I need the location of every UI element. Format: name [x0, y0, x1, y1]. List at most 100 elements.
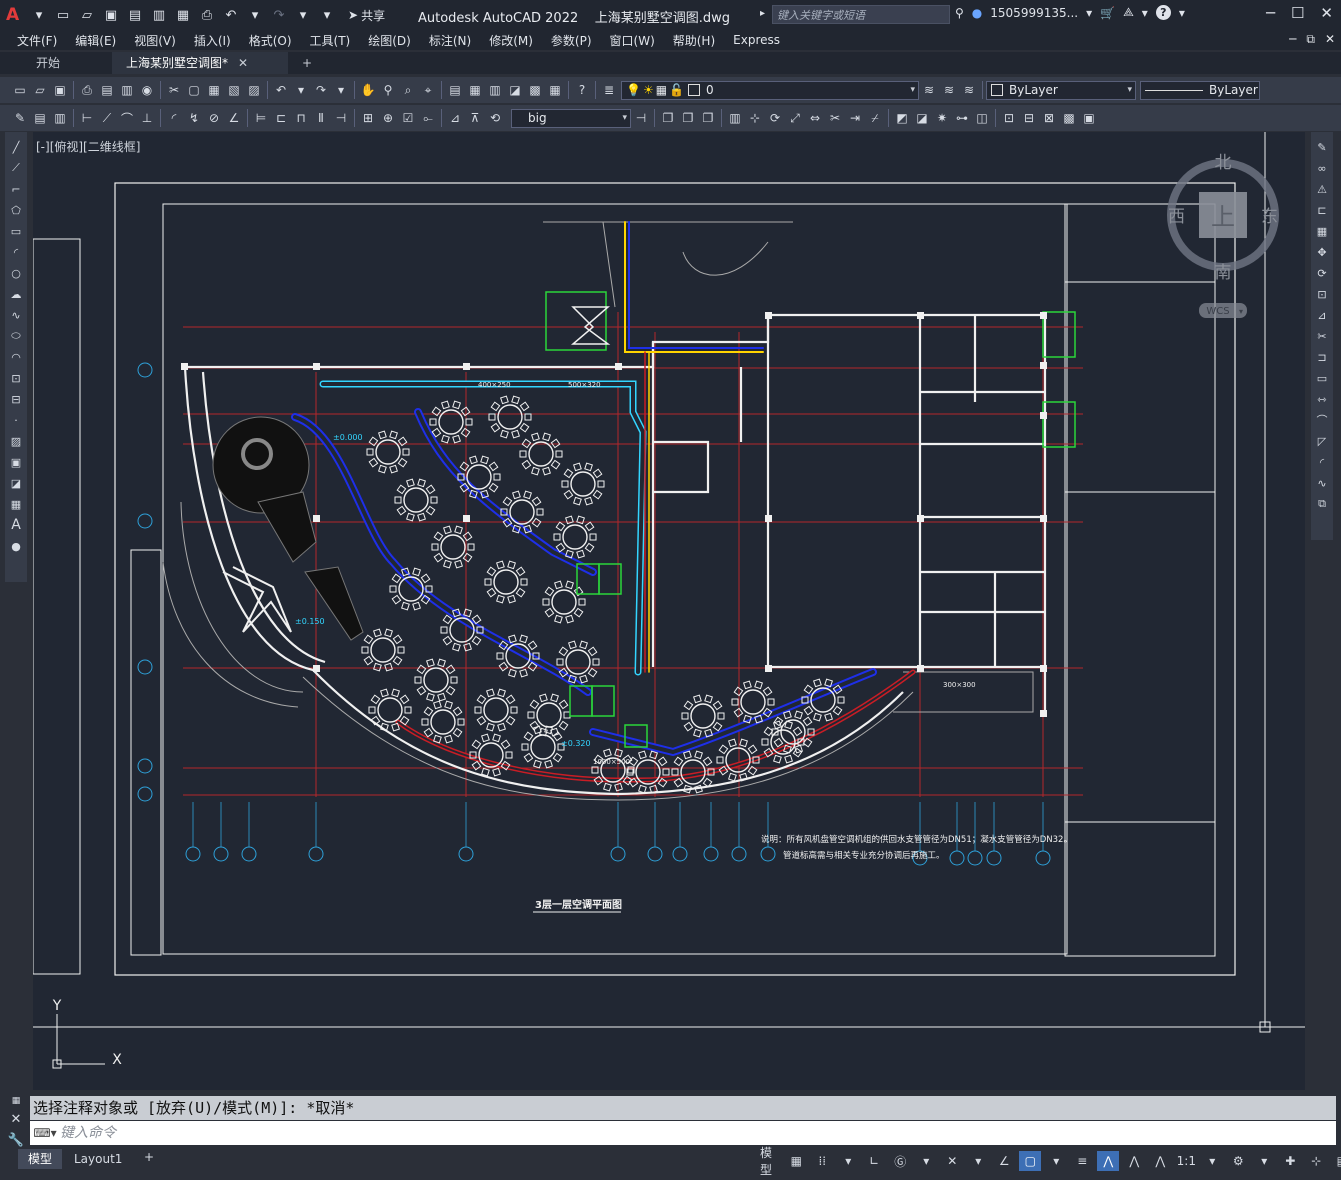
continue-icon[interactable]: ⊓ [291, 108, 311, 128]
cut-icon[interactable]: ✂ [164, 80, 184, 100]
help-dropdown-icon[interactable]: ▾ [1179, 6, 1185, 20]
viewcube-north[interactable]: 北 [1215, 153, 1232, 173]
help-tool-icon[interactable]: ? [572, 80, 592, 100]
user-name[interactable]: 1505999135... [990, 6, 1078, 20]
baseline-icon[interactable]: ⊏ [271, 108, 291, 128]
offset-icon[interactable]: ❐ [698, 108, 718, 128]
menu-modify[interactable]: 修改(M) [480, 32, 542, 49]
snap-icon[interactable]: ⁞⁞ [811, 1151, 833, 1171]
search-expand-icon[interactable]: ▸ [760, 8, 765, 19]
viewcube-top-face[interactable]: 上 [1211, 203, 1235, 231]
rotate-icon[interactable]: ⟳ [765, 108, 785, 128]
menu-express[interactable]: Express [724, 33, 789, 47]
user-icon[interactable]: ● [972, 6, 982, 20]
polar-dropdown-icon[interactable]: ▾ [915, 1151, 937, 1171]
zoom-previous-icon[interactable]: ⌖ [418, 80, 438, 100]
angular-icon[interactable]: ∠ [224, 108, 244, 128]
design-center-icon[interactable]: ◉ [137, 80, 157, 100]
paste-icon[interactable]: ▦ [204, 80, 224, 100]
quick-dim-icon[interactable]: ⊨ [251, 108, 271, 128]
ortho-icon[interactable]: ∟ [863, 1151, 885, 1171]
dim-update-icon[interactable]: ⟲ [485, 108, 505, 128]
region-icon[interactable]: ▣ [1079, 108, 1099, 128]
layer-dropdown[interactable]: 💡 ☀ ▦ 🔓 0 ▾ [621, 80, 919, 100]
polygon-icon[interactable]: ⬠ [7, 201, 25, 219]
print-icon[interactable]: ⎙ [77, 80, 97, 100]
text-style-dropdown[interactable]: big ▾ [511, 108, 631, 128]
scale-icon[interactable]: ⤢ [785, 108, 805, 128]
move-r-icon[interactable]: ✥ [1313, 243, 1331, 261]
menu-edit[interactable]: 编辑(E) [66, 32, 125, 49]
break-point-icon[interactable]: ▭ [1313, 369, 1331, 387]
plus-icon[interactable]: ✚ [1279, 1151, 1301, 1171]
command-prompt-icon[interactable]: ⌨▾ [30, 1124, 60, 1142]
array-r-icon[interactable]: ▦ [1313, 222, 1331, 240]
redo-list-icon[interactable]: ▾ [331, 80, 351, 100]
import-icon[interactable]: ▦ [174, 6, 192, 24]
share-button[interactable]: ➤ 共享 [348, 7, 385, 24]
isolate-icon[interactable]: ⊹ [1305, 1151, 1327, 1171]
point-icon[interactable]: ⊠ [1039, 108, 1059, 128]
explode-r-icon[interactable]: ⧉ [1313, 495, 1331, 513]
undo-list-icon[interactable]: ▾ [291, 80, 311, 100]
snap-dropdown-icon[interactable]: ▾ [837, 1151, 859, 1171]
command-input[interactable]: ⌨▾ 键入命令 [30, 1121, 1336, 1145]
hardware-accel-icon[interactable]: ▤ [1331, 1151, 1341, 1171]
break-obj-icon[interactable]: ⌿ [865, 108, 885, 128]
save-icon[interactable]: ▣ [102, 6, 120, 24]
insert-icon[interactable]: ⊡ [7, 369, 25, 387]
break-icon[interactable]: ⊣ [331, 108, 351, 128]
tab-drawing[interactable]: 上海某别墅空调图* ✕ [112, 52, 288, 74]
menu-parametric[interactable]: 参数(P) [542, 32, 601, 49]
publish-icon[interactable]: ▥ [150, 6, 168, 24]
viewcube-graphic[interactable]: 上 北 南 西 东 WCS ▾ [1163, 152, 1283, 322]
radius-icon[interactable]: ◜ [164, 108, 184, 128]
scale-value[interactable]: 1:1 [1175, 1151, 1197, 1171]
search-input[interactable]: 键入关键字或短语 [772, 5, 950, 24]
model-space-button[interactable]: 模型 [758, 1146, 781, 1177]
menu-format[interactable]: 格式(O) [240, 32, 301, 49]
plot-icon[interactable]: ⎙ [198, 6, 216, 24]
autodesk-app-icon[interactable]: ⟁ [1123, 5, 1134, 20]
object-snap-dropdown-icon[interactable]: ▾ [1045, 1151, 1067, 1171]
diameter-icon[interactable]: ⊘ [204, 108, 224, 128]
move-icon[interactable]: ⊹ [745, 108, 765, 128]
tab-start[interactable]: 开始 [0, 52, 112, 74]
dim-style-icon[interactable]: ⊣ [631, 108, 651, 128]
save-as-icon[interactable]: ▤ [126, 6, 144, 24]
undo-dropdown-icon[interactable]: ▾ [246, 6, 264, 24]
undo-tool-icon[interactable]: ↶ [271, 80, 291, 100]
mirror-icon[interactable]: ❐ [678, 108, 698, 128]
ellipse-arc-icon[interactable]: ◠ [7, 348, 25, 366]
stretch-icon[interactable]: ⇔ [805, 108, 825, 128]
space-icon[interactable]: Ⅱ [311, 108, 331, 128]
help-icon[interactable]: ? [1155, 5, 1171, 20]
trim-icon[interactable]: ✂ [825, 108, 845, 128]
viewcube[interactable]: 上 北 南 西 东 WCS ▾ [1163, 152, 1283, 322]
add-layout-button[interactable]: + [134, 1147, 164, 1167]
dim-edit-icon[interactable]: ⊿ [445, 108, 465, 128]
spline-icon[interactable]: ∿ [7, 306, 25, 324]
fillet-r-icon[interactable]: ◜ [1313, 453, 1331, 471]
wcs-menu[interactable]: WCS [1206, 306, 1229, 317]
redo-icon[interactable]: ↷ [270, 6, 288, 24]
workspace-gear-icon[interactable]: ⚙ [1227, 1151, 1249, 1171]
apps-dropdown-icon[interactable]: ▾ [1142, 6, 1148, 20]
zoom-window-icon[interactable]: ⌕ [398, 80, 418, 100]
extend-r-icon[interactable]: ⊐ [1313, 348, 1331, 366]
text-style-icon[interactable]: ▥ [50, 108, 70, 128]
polyline-icon[interactable]: ⌐ [7, 180, 25, 198]
explode-icon[interactable]: ✷ [932, 108, 952, 128]
drawing-canvas[interactable]: [-][俯视][二维线框] ±0.000 ±0.150 ±0.320 500×3… [33, 132, 1305, 1090]
table-icon[interactable]: ▦ [7, 495, 25, 513]
close-icon[interactable]: ✕ [1320, 4, 1333, 22]
stretch-r-icon[interactable]: ⊿ [1313, 306, 1331, 324]
grid-icon[interactable]: ▦ [785, 1151, 807, 1171]
new-icon[interactable]: ▭ [54, 6, 72, 24]
block-editor-icon[interactable]: ▨ [244, 80, 264, 100]
arc-length-icon[interactable]: ⌒ [117, 108, 137, 128]
menu-insert[interactable]: 插入(I) [185, 32, 240, 49]
insert-block-icon[interactable]: ⊡ [999, 108, 1019, 128]
maximize-icon[interactable]: ☐ [1291, 4, 1304, 22]
jogged-icon[interactable]: ↯ [184, 108, 204, 128]
